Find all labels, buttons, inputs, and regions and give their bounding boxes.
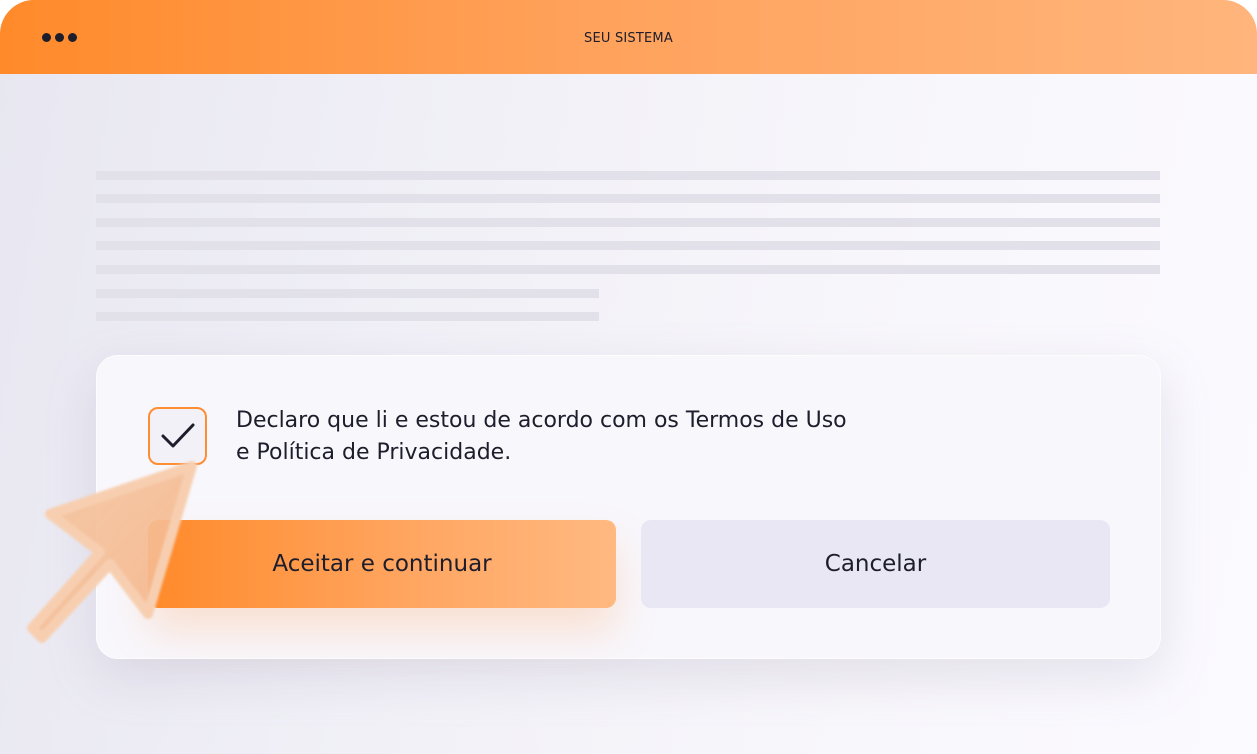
- consent-dialog: [96, 355, 1161, 659]
- consent-checkbox[interactable]: [148, 407, 207, 465]
- window-title: SEU SISTEMA: [584, 31, 673, 46]
- accept-button[interactable]: Aceitar e continuar: [148, 520, 616, 608]
- placeholder-line: [96, 218, 1160, 227]
- cancel-button[interactable]: Cancelar: [641, 520, 1110, 608]
- check-icon: [161, 423, 194, 448]
- accept-button-label: Aceitar e continuar: [272, 551, 492, 577]
- placeholder-line: [96, 265, 1160, 274]
- consent-text: Declaro que li e estou de acordo com os …: [236, 405, 936, 469]
- cancel-button-label: Cancelar: [824, 551, 927, 577]
- placeholder-line: [96, 241, 1160, 250]
- placeholder-line: [96, 194, 1160, 203]
- title-bar: SEU SISTEMA: [0, 0, 1257, 74]
- app-window: SEU SISTEMA Declaro que li e estou de ac…: [0, 0, 1257, 754]
- placeholder-line: [96, 171, 1160, 180]
- consent-line-1: Declaro que li e estou de acordo com os …: [236, 408, 847, 433]
- consent-line-2: e Política de Privacidade.: [236, 440, 512, 465]
- placeholder-line: [96, 289, 599, 298]
- placeholder-line: [96, 312, 599, 321]
